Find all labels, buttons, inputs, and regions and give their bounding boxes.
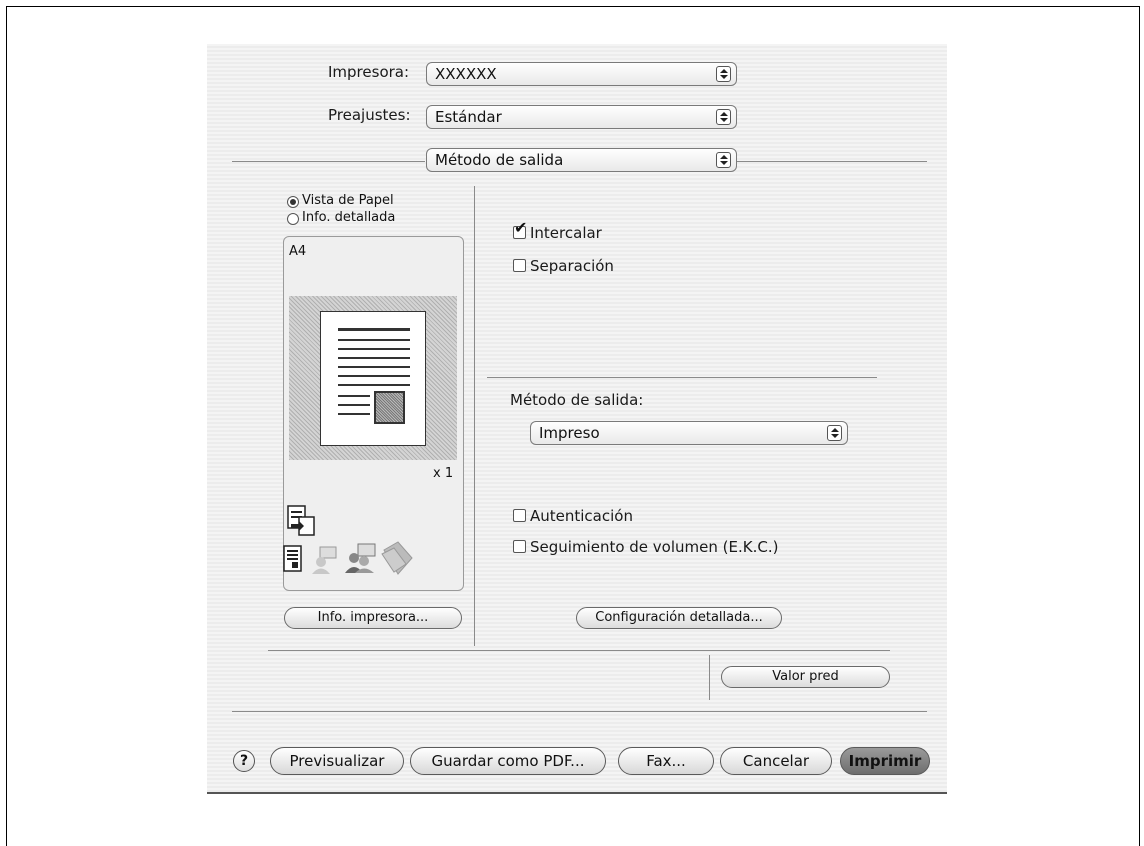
account-track-checkbox[interactable] [513, 540, 526, 553]
collate-checkbox[interactable]: ✔ [513, 220, 527, 239]
user-auth-icon [312, 546, 337, 574]
printer-label: Impresora: [328, 63, 410, 81]
fax-button[interactable]: Fax... [618, 747, 714, 775]
page-line [338, 375, 410, 377]
presets-label: Preajustes: [328, 106, 411, 124]
printer-popup[interactable]: XXXXXX [426, 62, 737, 86]
page-line [338, 384, 410, 386]
page-line [338, 395, 370, 397]
separation-label: Separación [530, 257, 614, 275]
document-icon [283, 545, 302, 572]
page-line [338, 404, 370, 406]
presets-value: Estándar [435, 108, 502, 126]
vertical-separator [709, 655, 710, 700]
page-preview [320, 311, 426, 446]
popup-arrows-icon [827, 425, 842, 441]
presets-popup[interactable]: Estándar [426, 105, 737, 129]
separation-checkbox[interactable] [513, 259, 526, 272]
page-line [338, 328, 410, 331]
detail-info-label: Info. detallada [302, 210, 396, 225]
stack-pages-icon [381, 541, 413, 575]
detail-info-radio[interactable] [287, 213, 299, 225]
printer-value: XXXXXX [435, 65, 497, 83]
popup-arrows-icon [716, 152, 731, 168]
paper-size-label: A4 [289, 244, 307, 259]
output-method-popup[interactable]: Impreso [530, 421, 848, 445]
vertical-separator [474, 186, 475, 646]
checkmark-icon: ✔ [514, 218, 528, 237]
panel-selector-value: Método de salida [435, 151, 564, 169]
account-track-icon [345, 543, 376, 573]
separator-line [232, 711, 927, 712]
printer-output-icon [287, 505, 315, 536]
account-track-label: Seguimiento de volumen (E.K.C.) [530, 538, 779, 556]
dialog-bottom-border [207, 792, 947, 794]
detailed-settings-button[interactable]: Configuración detallada... [576, 607, 782, 629]
default-value-button[interactable]: Valor pred [721, 666, 890, 688]
popup-arrows-icon [716, 109, 731, 125]
separator-line [232, 161, 425, 162]
help-button[interactable]: ? [233, 750, 255, 772]
radio-selected-dot [290, 199, 296, 205]
output-method-label: Método de salida: [510, 391, 644, 409]
output-method-value: Impreso [539, 424, 600, 442]
separator-line [487, 377, 877, 378]
preview-button[interactable]: Previsualizar [270, 747, 404, 775]
page-line [338, 413, 370, 415]
print-button[interactable]: Imprimir [840, 747, 930, 775]
paper-view-radio[interactable] [287, 196, 299, 208]
panel-selector-popup[interactable]: Método de salida [426, 148, 737, 172]
authentication-label: Autenticación [530, 507, 633, 525]
cancel-button[interactable]: Cancelar [720, 747, 832, 775]
paper-view-label: Vista de Papel [302, 193, 394, 208]
page-line [338, 366, 410, 368]
separator-line [737, 161, 927, 162]
save-pdf-button[interactable]: Guardar como PDF... [410, 747, 606, 775]
copies-label: x 1 [433, 466, 454, 481]
printer-info-button[interactable]: Info. impresora... [284, 607, 462, 629]
page-line [338, 339, 410, 341]
page-image-block [374, 391, 405, 424]
separator-line [268, 650, 890, 651]
authentication-checkbox[interactable] [513, 509, 526, 522]
popup-arrows-icon [716, 66, 731, 82]
collate-label: Intercalar [530, 224, 602, 242]
page-line [338, 357, 410, 359]
page-line [338, 348, 410, 350]
